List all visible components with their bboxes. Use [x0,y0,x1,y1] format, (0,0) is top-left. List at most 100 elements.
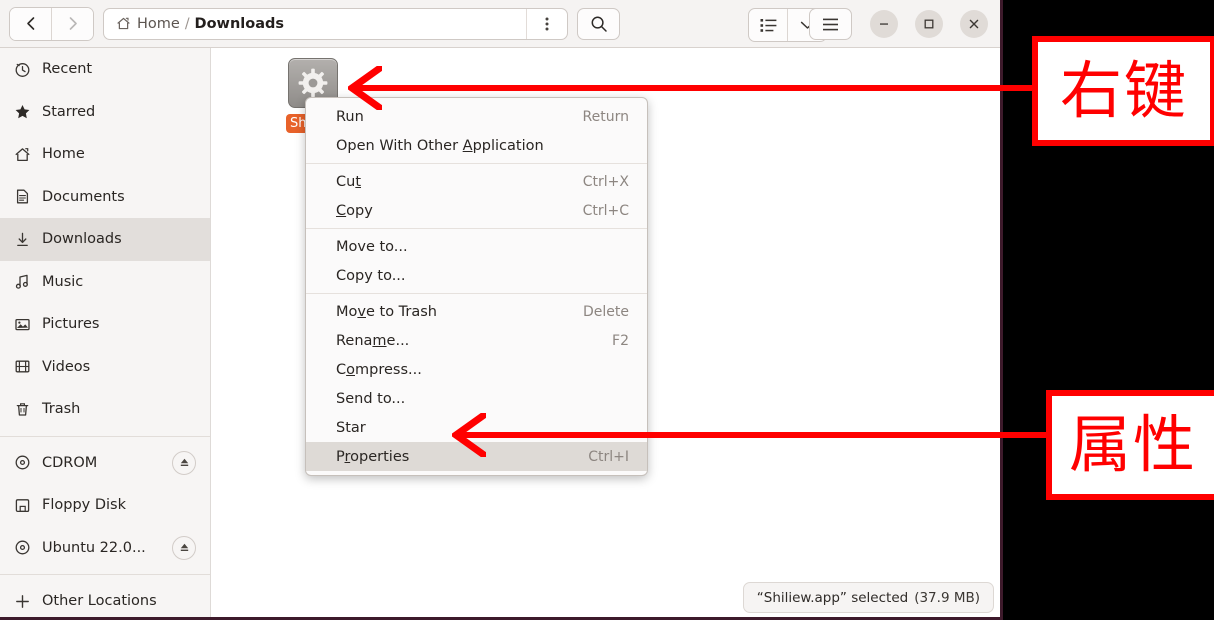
menu-item-accel: F2 [612,332,629,349]
menu-item-send-to[interactable]: Send to... [306,384,647,413]
floppy-icon [14,497,40,514]
chevron-left-icon [26,17,34,30]
sidebar-item-label: Starred [42,103,96,120]
sidebar-item-floppy-disk[interactable]: Floppy Disk [0,484,210,527]
forward-button[interactable] [51,7,93,40]
menu-item-label: Compress... [336,361,422,378]
menu-item-label: Move to... [336,238,408,255]
minimize-icon [880,23,888,25]
menu-item-move-to-trash[interactable]: Move to Trash Delete [306,297,647,326]
disc-icon [14,454,40,471]
trash-icon [14,401,40,418]
maximize-icon [924,19,934,29]
menu-item-cut[interactable]: Cut Ctrl+X [306,167,647,196]
annotation-line-properties [458,432,1062,438]
main-menu-button[interactable] [809,8,852,40]
breadcrumb-separator: / [184,15,190,32]
menu-item-accel: Ctrl+C [582,202,629,219]
search-button[interactable] [577,7,620,40]
breadcrumb-home-label: Home [137,15,180,32]
menu-item-move-to[interactable]: Move to... [306,232,647,261]
menu-item-label: Copy to... [336,267,406,284]
sidebar-item-label: Pictures [42,316,100,333]
maximize-button[interactable] [915,10,943,38]
menu-item-accel: Delete [583,303,629,320]
search-icon [591,16,607,32]
path-bar: Home / Downloads [103,7,568,40]
sidebar-item-label: Videos [42,358,91,375]
menu-item-compress[interactable]: Compress... [306,355,647,384]
close-button[interactable] [960,10,988,38]
sidebar-item-trash[interactable]: Trash [0,388,210,431]
star-icon [14,103,40,120]
menu-item-open-with-other-application[interactable]: Open With Other Application [306,131,647,160]
picture-icon [14,316,40,333]
clock-icon [14,61,40,78]
menu-item-copy-to[interactable]: Copy to... [306,261,647,290]
sidebar-item-cdrom[interactable]: CDROM [0,442,210,485]
status-text: “Shiliew.app” selected [756,589,909,606]
menu-item-copy[interactable]: Copy Ctrl+C [306,196,647,225]
list-view-button[interactable] [749,9,787,41]
back-button[interactable] [10,7,51,40]
menu-item-accel: Ctrl+I [588,448,629,465]
menu-separator [306,293,647,294]
eject-button[interactable] [172,535,196,560]
sidebar-item-starred[interactable]: Starred [0,91,210,134]
sidebar-item-pictures[interactable]: Pictures [0,303,210,346]
list-view-icon [760,18,776,32]
sidebar-item-label: Other Locations [42,593,157,610]
screenshot-stage: Home / Downloads Recent Starred Home Doc… [0,0,1214,620]
sidebar-item-downloads[interactable]: Downloads [0,218,210,261]
annotation-arrowhead-right-click [348,66,382,110]
breadcrumb: Home / Downloads [104,16,526,32]
vertical-dots-icon [545,17,549,30]
menu-item-label: Open With Other Application [336,137,544,154]
sidebar-item-home[interactable]: Home [0,133,210,176]
sidebar-item-label: Floppy Disk [42,497,126,514]
annotation-box-properties: 属性 [1046,390,1214,500]
annotation-text: 属性 [1068,408,1197,481]
sidebar: Recent Starred Home Documents Downloads … [0,48,211,617]
sidebar-item-documents[interactable]: Documents [0,176,210,219]
video-icon [14,358,40,375]
menu-item-accel: Ctrl+X [582,173,629,190]
annotation-box-right-click: 右键 [1032,36,1214,146]
plus-icon [14,593,40,610]
download-icon [14,231,40,248]
status-bar: “Shiliew.app” selected (37.9 MB) [742,582,994,613]
minimize-button[interactable] [870,10,898,38]
sidebar-item-music[interactable]: Music [0,261,210,304]
sidebar-item-ubuntu[interactable]: Ubuntu 22.0... [0,527,210,570]
sidebar-item-label: Documents [42,188,125,205]
close-icon [969,19,979,29]
eject-icon [180,459,188,467]
chevron-right-icon [69,17,77,30]
sidebar-item-label: Downloads [42,231,122,248]
eject-button[interactable] [172,450,196,475]
sidebar-item-recent[interactable]: Recent [0,48,210,91]
breadcrumb-current: Downloads [194,15,284,32]
menu-item-label: Move to Trash [336,303,437,320]
sidebar-item-other-locations[interactable]: Other Locations [0,580,210,617]
file-manager-window: Home / Downloads Recent Starred Home Doc… [0,0,1003,620]
home-icon [117,17,130,30]
menu-item-rename[interactable]: Rename... F2 [306,326,647,355]
annotation-arrowhead-properties [452,413,486,457]
annotation-text: 右键 [1059,54,1188,127]
sidebar-item-label: Home [42,146,85,163]
document-icon [14,188,40,205]
menu-item-label: Copy [336,202,373,219]
menu-item-label: Rename... [336,332,410,349]
breadcrumb-home[interactable]: Home [116,16,180,32]
sidebar-separator [0,574,210,575]
status-size: (37.9 MB) [914,589,980,606]
sidebar-separator [0,435,210,437]
sidebar-item-videos[interactable]: Videos [0,346,210,389]
sidebar-item-label: Ubuntu 22.0... [42,539,146,556]
sidebar-item-label: Recent [42,61,93,78]
path-menu-button[interactable] [526,8,567,39]
sidebar-item-label: Trash [42,401,81,418]
hamburger-menu-icon [823,18,838,30]
navigation-buttons [9,6,94,41]
